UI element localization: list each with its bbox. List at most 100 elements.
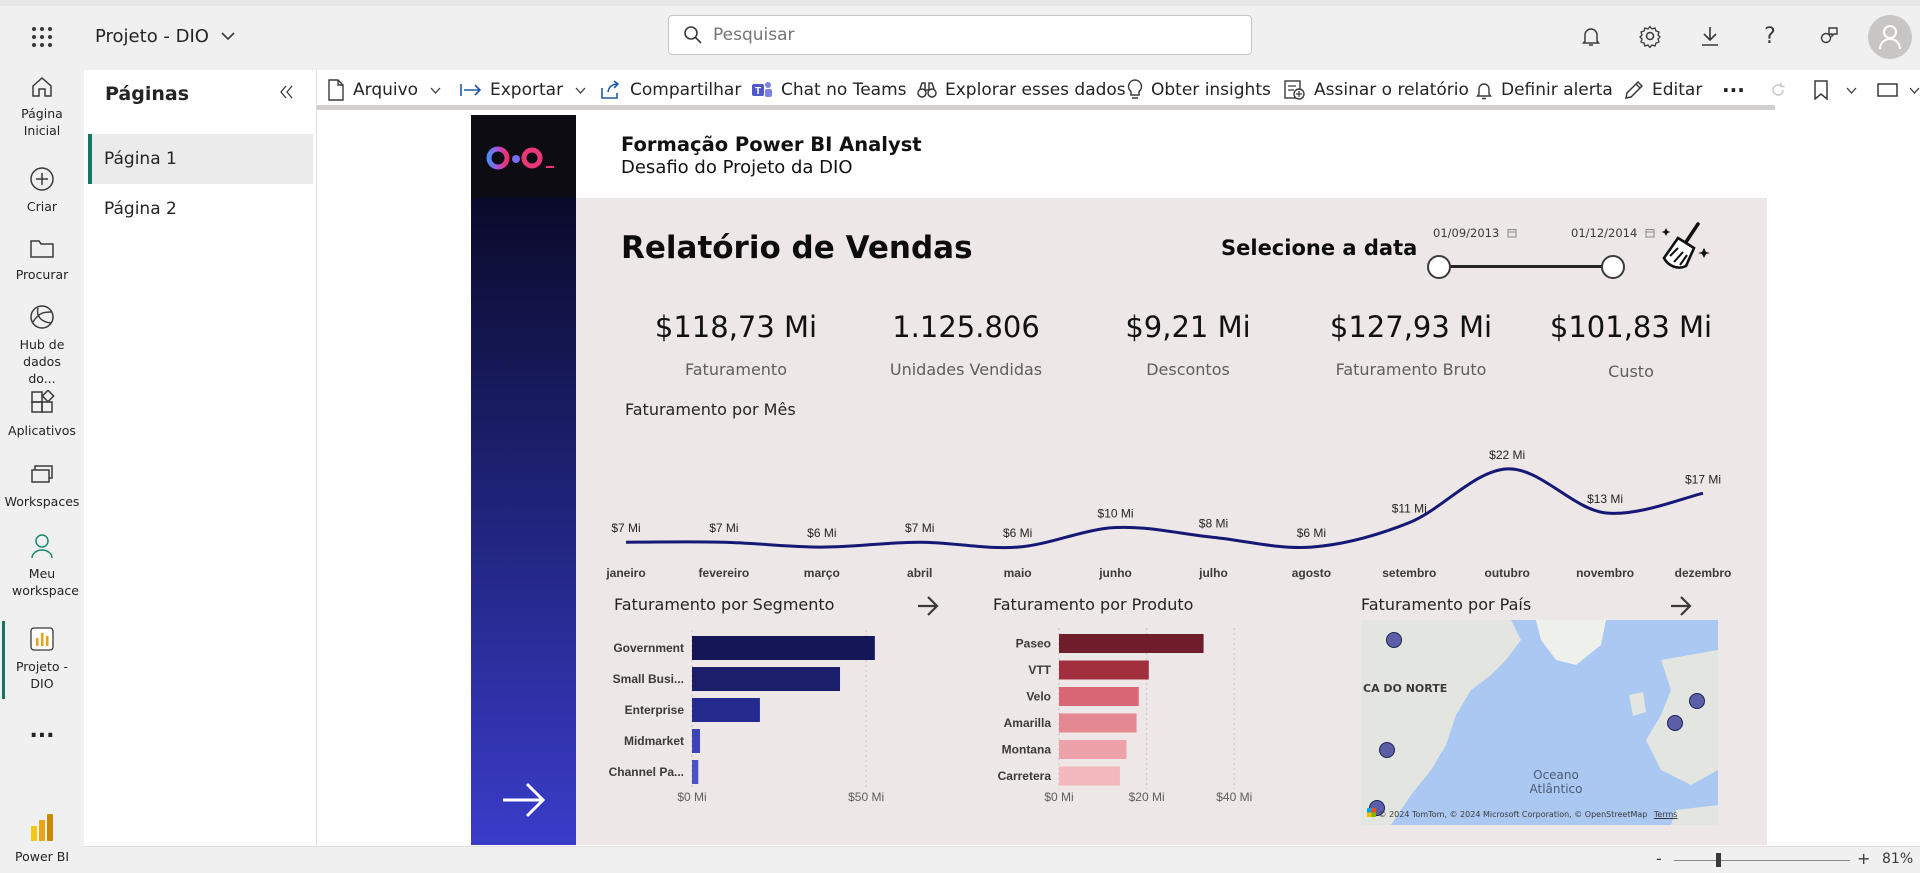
- line-x-tick-label: outubro: [1485, 566, 1530, 580]
- zoom-slider-handle[interactable]: [1716, 853, 1721, 867]
- nav-datahub-label: Hub de dados do...: [19, 337, 65, 386]
- nav-apps-label: Aplicativos: [8, 423, 76, 438]
- alert-button[interactable]: Definir alerta: [1475, 70, 1613, 110]
- download-icon[interactable]: [1698, 24, 1722, 52]
- lightbulb-icon: [1127, 79, 1143, 99]
- line-data-label: $11 Mi: [1392, 502, 1427, 516]
- nav-my-workspace[interactable]: Meu workspace: [0, 533, 84, 599]
- feedback-icon[interactable]: [1817, 24, 1841, 52]
- date-slider-track[interactable]: [1439, 265, 1615, 268]
- kpi-descontos-label: Descontos: [1146, 360, 1230, 379]
- clear-filters-broom-icon[interactable]: [1656, 218, 1716, 282]
- page-tab-1[interactable]: Página 1: [88, 134, 313, 184]
- nav-project-dio[interactable]: Projeto - DIO: [0, 626, 84, 692]
- nav-browse[interactable]: Procurar: [0, 236, 84, 283]
- calendar-icon: [1507, 228, 1517, 238]
- view-menu[interactable]: [1877, 70, 1920, 110]
- page-tab-2[interactable]: Página 2: [88, 184, 313, 234]
- bar: [692, 760, 699, 784]
- file-menu[interactable]: Arquivo: [327, 70, 449, 110]
- bar-category-label: Midmarket: [624, 734, 684, 748]
- nav-workspaces-label: Workspaces: [4, 494, 80, 509]
- teams-chat-button[interactable]: T Chat no Teams: [751, 70, 907, 110]
- nav-powerbi[interactable]: Power BI: [0, 812, 84, 865]
- help-icon[interactable]: ?: [1758, 24, 1782, 49]
- explore-data-button[interactable]: Explorar esses dados: [917, 70, 1126, 110]
- apps-icon: [0, 390, 84, 416]
- map-terms-link[interactable]: Terms: [1654, 810, 1678, 819]
- zoom-in-button[interactable]: +: [1857, 849, 1870, 868]
- line-data-label: $6 Mi: [1003, 526, 1032, 540]
- date-slider-end-handle[interactable]: [1601, 255, 1625, 279]
- pencil-icon: [1625, 80, 1644, 99]
- kpi-descontos-value: $9,21 Mi: [1125, 310, 1251, 344]
- bookmark-menu[interactable]: [1814, 70, 1865, 110]
- refresh-icon[interactable]: [1770, 70, 1794, 110]
- nav-workspaces[interactable]: Workspaces: [0, 463, 84, 510]
- zoom-slider-track[interactable]: [1674, 860, 1850, 861]
- sales-map[interactable]: CA DO NORTE Oceano Atlântico © 2024 TomT…: [1361, 620, 1718, 825]
- map-marker-france[interactable]: [1667, 715, 1683, 731]
- line-x-tick-label: maio: [1004, 566, 1032, 580]
- bar: [692, 667, 841, 691]
- report-icon: [0, 626, 84, 652]
- kpi-custo-label: Custo: [1608, 362, 1654, 381]
- product-chart-title: Faturamento por Produto: [993, 595, 1194, 614]
- line-x-tick-label: fevereiro: [699, 566, 750, 580]
- nav-create[interactable]: Criar: [0, 166, 84, 215]
- map-attribution-text: © 2024 TomTom, © 2024 Microsoft Corporat…: [1378, 810, 1648, 819]
- subscribe-icon: [1284, 80, 1305, 100]
- more-options-button[interactable]: ···: [1722, 70, 1745, 110]
- avatar[interactable]: [1868, 15, 1912, 59]
- nav-more[interactable]: ...: [0, 720, 84, 742]
- bar: [1059, 766, 1120, 786]
- kpi-custo-value: $101,83 Mi: [1549, 310, 1713, 344]
- nav-datahub[interactable]: Hub de dados do...: [0, 304, 84, 387]
- map-marker-usa[interactable]: [1379, 742, 1395, 758]
- map-marker-germany[interactable]: [1689, 693, 1705, 709]
- export-menu[interactable]: Exportar: [460, 70, 594, 110]
- segment-bar-chart[interactable]: Government Small Busi... Enterprise Midmark…: [606, 623, 906, 808]
- report-canvas: Formação Power BI Analyst Desafio do Pro…: [317, 110, 1920, 846]
- bar: [1059, 634, 1204, 653]
- edit-button[interactable]: Editar: [1624, 70, 1702, 110]
- kpi-faturamento-label: Faturamento: [685, 360, 787, 379]
- bar-category-label: Channel Pa...: [609, 765, 684, 779]
- search-input[interactable]: [713, 25, 1213, 45]
- kpi-faturamento-bruto-label: Faturamento Bruto: [1335, 360, 1487, 379]
- map-drill-arrow-icon[interactable]: [1669, 595, 1693, 621]
- report-header-subtitle: Desafio do Projeto da DIO: [621, 157, 853, 178]
- search-box[interactable]: [668, 15, 1252, 55]
- line-data-label: $7 Mi: [709, 521, 738, 535]
- map-region-label: CA DO NORTE: [1363, 682, 1448, 695]
- canvas-scroll-region[interactable]: [1902, 110, 1920, 846]
- bookmark-icon: [1814, 80, 1828, 100]
- bar: [692, 636, 875, 660]
- workspace-switcher[interactable]: Projeto - DIO: [95, 24, 235, 48]
- kpi-faturamento-value: $118,73 Mi: [654, 310, 818, 344]
- zoom-out-button[interactable]: -: [1656, 849, 1662, 868]
- collapse-panel-icon[interactable]: [278, 84, 294, 104]
- map-marker-canada[interactable]: [1386, 632, 1402, 648]
- share-button[interactable]: Compartilhar: [600, 70, 741, 110]
- folder-icon: [0, 236, 84, 260]
- insights-button[interactable]: Obter insights: [1127, 70, 1271, 110]
- segment-drill-arrow-icon[interactable]: [916, 595, 940, 621]
- kpi-faturamento-bruto-value: $127,93 Mi: [1329, 310, 1493, 344]
- date-start-input[interactable]: 01/09/2013: [1433, 226, 1517, 240]
- bar-category-label: Velo: [1026, 690, 1051, 704]
- nav-apps[interactable]: Aplicativos: [0, 390, 84, 439]
- product-bar-chart[interactable]: Paseo VTT Velo Amarilla Montana Carretera $0 M…: [971, 623, 1271, 808]
- notifications-icon[interactable]: [1579, 24, 1603, 52]
- app-launcher-icon[interactable]: [31, 26, 53, 48]
- svg-text:T: T: [755, 86, 761, 97]
- date-end-input[interactable]: 01/12/2014: [1571, 226, 1655, 240]
- bar-x-tick-label: $50 Mi: [848, 790, 884, 804]
- subscribe-button[interactable]: Assinar o relatório: [1284, 70, 1469, 110]
- share-label: Compartilhar: [630, 80, 742, 100]
- nav-home[interactable]: Página Inicial: [0, 75, 84, 139]
- settings-icon[interactable]: [1638, 24, 1662, 52]
- next-page-arrow-icon[interactable]: [501, 780, 547, 824]
- date-slider-start-handle[interactable]: [1427, 255, 1451, 279]
- line-chart[interactable]: $7 Mi janeiro $7 Mi fevereiro $6 Mi março $7 M…: [591, 430, 1741, 590]
